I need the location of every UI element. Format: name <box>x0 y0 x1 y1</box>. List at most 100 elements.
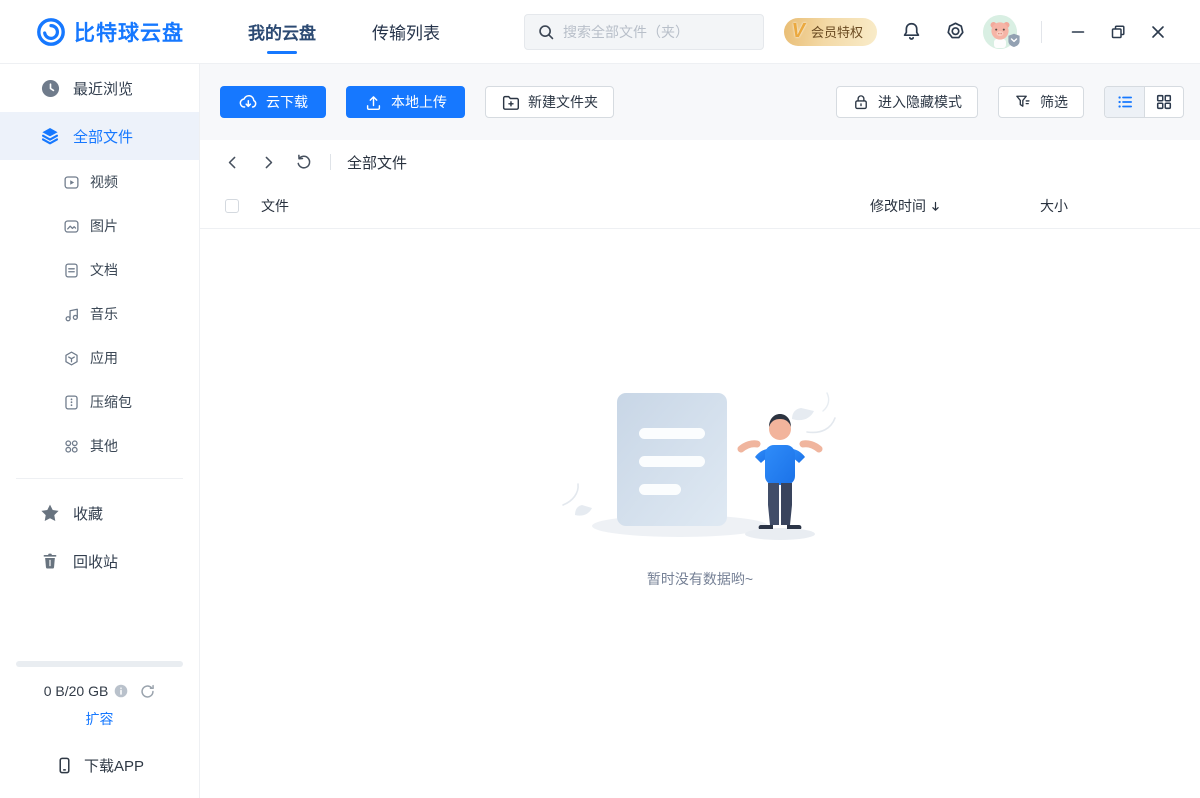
column-modified-time-label: 修改时间 <box>870 196 926 216</box>
sidebar-item-recent[interactable]: 最近浏览 <box>0 64 199 112</box>
trash-icon <box>40 551 60 571</box>
phone-icon <box>55 756 74 775</box>
sidebar-item-label: 视频 <box>90 172 118 192</box>
new-folder-button[interactable]: 新建文件夹 <box>485 86 614 118</box>
search-input[interactable] <box>563 24 751 40</box>
clock-icon <box>40 78 60 98</box>
sidebar-item-label: 压缩包 <box>90 392 132 412</box>
minimize-button[interactable] <box>1060 14 1096 50</box>
vip-privilege-badge[interactable]: V 会员特权 <box>784 18 877 46</box>
sidebar-item-label: 图片 <box>90 216 118 236</box>
close-icon <box>1150 24 1166 40</box>
filter-button[interactable]: 筛选 <box>998 86 1084 118</box>
sidebar-spacer <box>0 585 199 661</box>
sidebar-item-label: 文档 <box>90 260 118 280</box>
app-logo: 比特球云盘 <box>36 17 184 47</box>
sidebar-item-favorites[interactable]: 收藏 <box>0 489 199 537</box>
grid-view-button[interactable] <box>1144 87 1183 117</box>
download-app-button[interactable]: 下载APP <box>0 755 199 776</box>
local-upload-label: 本地上传 <box>391 92 447 112</box>
storage-section: 0 B/20 GB 扩容 <box>0 661 199 729</box>
refresh-button[interactable] <box>294 152 314 172</box>
sidebar: 最近浏览 全部文件 <box>0 64 200 798</box>
hidden-mode-button[interactable]: 进入隐藏模式 <box>836 86 978 118</box>
info-icon[interactable] <box>114 684 128 698</box>
hidden-mode-label: 进入隐藏模式 <box>878 92 962 112</box>
empty-state-message: 暂时没有数据哟~ <box>647 569 753 589</box>
sidebar-item-label: 应用 <box>90 348 118 368</box>
notifications-button[interactable] <box>893 14 929 50</box>
sidebar-item-music[interactable]: 音乐 <box>0 292 199 336</box>
breadcrumb-bar: 全部文件 <box>200 140 1200 184</box>
main-content: 云下载 本地上传 <box>200 64 1200 798</box>
cloud-download-button[interactable]: 云下载 <box>220 86 326 118</box>
minimize-icon <box>1070 24 1086 40</box>
download-app-label: 下载APP <box>84 755 144 776</box>
sidebar-item-images[interactable]: 图片 <box>0 204 199 248</box>
list-view-button[interactable] <box>1105 87 1144 117</box>
app-window: 比特球云盘 我的云盘 传输列表 V 会员特权 <box>0 0 1200 798</box>
column-file[interactable]: 文件 <box>261 196 870 216</box>
local-upload-button[interactable]: 本地上传 <box>346 86 465 118</box>
top-right-actions: V 会员特权 <box>784 14 1176 50</box>
tab-transfer-list[interactable]: 传输列表 <box>372 0 440 64</box>
close-button[interactable] <box>1140 14 1176 50</box>
tab-my-drive[interactable]: 我的云盘 <box>248 0 316 64</box>
sidebar-item-all-files[interactable]: 全部文件 <box>0 112 199 160</box>
nav-forward-button[interactable] <box>258 152 278 172</box>
view-toggle <box>1104 86 1184 118</box>
logo-text: 比特球云盘 <box>74 17 184 47</box>
lock-icon <box>852 93 870 111</box>
avatar-level-badge <box>1007 33 1021 52</box>
sidebar-item-recycle-bin[interactable]: 回收站 <box>0 537 199 585</box>
sidebar-item-label: 音乐 <box>90 304 118 324</box>
music-icon <box>62 305 80 323</box>
layers-icon <box>40 126 60 146</box>
sidebar-item-documents[interactable]: 文档 <box>0 248 199 292</box>
restore-icon <box>1110 24 1126 40</box>
sidebar-item-label: 回收站 <box>73 551 118 572</box>
vip-label: 会员特权 <box>811 22 863 41</box>
filter-label: 筛选 <box>1040 92 1068 112</box>
restore-button[interactable] <box>1100 14 1136 50</box>
upload-icon <box>364 93 383 112</box>
sidebar-divider <box>16 478 183 479</box>
settings-button[interactable] <box>937 14 973 50</box>
grid-view-icon <box>1155 93 1173 111</box>
search-icon <box>537 23 555 41</box>
refresh-storage-icon[interactable] <box>140 684 155 699</box>
image-icon <box>62 217 80 235</box>
sidebar-item-others[interactable]: 其他 <box>0 424 199 468</box>
sidebar-item-apps[interactable]: 应用 <box>0 336 199 380</box>
nav-back-button[interactable] <box>222 152 242 172</box>
storage-progress-bar <box>16 661 183 667</box>
filter-icon <box>1014 93 1032 111</box>
sidebar-item-archives[interactable]: 压缩包 <box>0 380 199 424</box>
logo-icon <box>36 17 66 47</box>
cloud-download-label: 云下载 <box>266 92 308 112</box>
storage-usage: 0 B/20 GB <box>44 683 109 699</box>
breadcrumb-divider <box>330 154 331 170</box>
cloud-download-icon <box>238 92 258 112</box>
sidebar-item-videos[interactable]: 视频 <box>0 160 199 204</box>
select-all-checkbox[interactable] <box>225 199 239 213</box>
column-size[interactable]: 大小 <box>1040 196 1200 216</box>
column-modified-time[interactable]: 修改时间 <box>870 196 1040 216</box>
top-bar: 比特球云盘 我的云盘 传输列表 V 会员特权 <box>0 0 1200 64</box>
folder-plus-icon <box>501 93 520 112</box>
sort-desc-icon <box>929 200 942 213</box>
search-box[interactable] <box>524 14 764 50</box>
new-folder-label: 新建文件夹 <box>528 92 598 112</box>
sidebar-item-label: 最近浏览 <box>73 78 133 99</box>
document-icon <box>62 261 80 279</box>
zip-icon <box>62 393 80 411</box>
breadcrumb-current[interactable]: 全部文件 <box>347 152 407 173</box>
app-box-icon <box>62 349 80 367</box>
star-icon <box>40 503 60 523</box>
empty-illustration <box>545 387 855 547</box>
user-avatar[interactable] <box>983 15 1017 49</box>
expand-storage-link[interactable]: 扩容 <box>86 709 114 729</box>
sidebar-item-label: 其他 <box>90 436 118 456</box>
sidebar-item-label: 收藏 <box>73 503 103 524</box>
other-files-icon <box>62 437 80 455</box>
